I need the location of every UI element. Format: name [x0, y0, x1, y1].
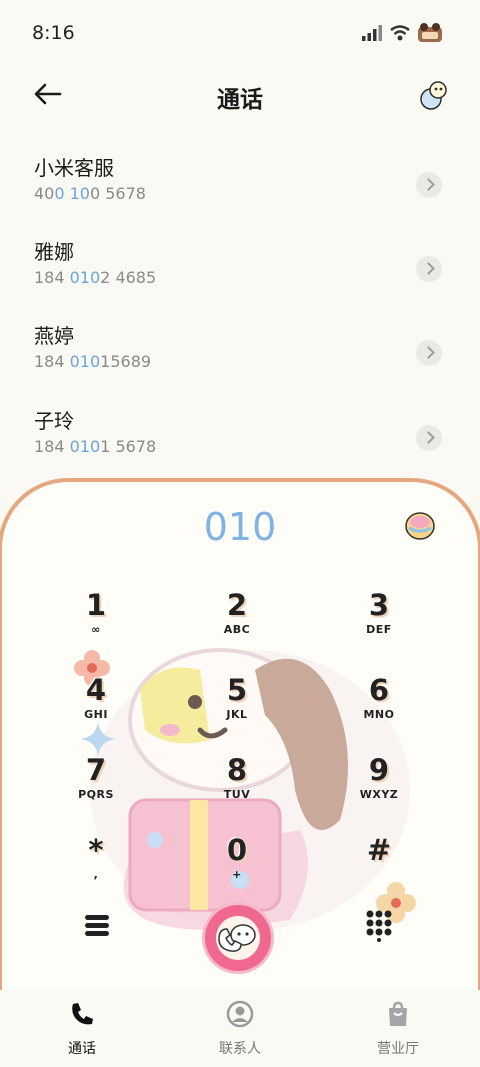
tab-contacts[interactable]: 联系人 — [180, 1000, 300, 1058]
contact-row[interactable]: 小米客服 400 100 5678 — [0, 142, 480, 226]
sticker-icon[interactable] — [416, 78, 450, 112]
dialpad-toggle-icon[interactable] — [364, 908, 394, 942]
page-title: 通话 — [217, 87, 263, 113]
tab-label: 通话 — [68, 1041, 96, 1057]
key-hash[interactable]: # — [324, 833, 434, 903]
bag-icon — [389, 1001, 407, 1026]
signal-icon — [362, 25, 382, 41]
contact-name: 小米客服 — [34, 156, 114, 180]
tab-calls[interactable]: 通话 — [22, 1000, 142, 1058]
battery-character-icon — [418, 23, 442, 42]
wifi-icon — [390, 25, 410, 41]
key-0[interactable]: 0 + — [182, 833, 292, 903]
contact-row[interactable]: 子玲 184 0101 5678 — [0, 395, 480, 479]
contact-name: 子玲 — [34, 409, 74, 433]
contact-detail-button[interactable] — [416, 340, 442, 366]
contact-name: 燕婷 — [34, 324, 74, 348]
contact-row[interactable]: 燕婷 184 01015689 — [0, 310, 480, 394]
contact-number: 184 0102 4685 — [34, 268, 157, 287]
key-2[interactable]: 2 ABC — [182, 588, 292, 658]
key-5[interactable]: 5 JKL — [182, 673, 292, 743]
tab-label: 联系人 — [219, 1041, 261, 1057]
contact-name: 雅娜 — [34, 240, 74, 264]
tab-label: 营业厅 — [377, 1041, 419, 1057]
key-7[interactable]: 7 PQRS — [41, 753, 151, 823]
key-1[interactable]: 1 ∞ — [41, 588, 151, 658]
contact-detail-button[interactable] — [416, 425, 442, 451]
key-9[interactable]: 9 WXYZ — [324, 753, 434, 823]
status-icons — [362, 22, 446, 44]
contact-row[interactable]: 雅娜 184 0102 4685 — [0, 226, 480, 310]
key-3[interactable]: 3 DEF — [324, 588, 434, 658]
contact-number: 184 01015689 — [34, 352, 152, 371]
key-star[interactable]: *, — [41, 833, 151, 903]
call-button[interactable] — [205, 905, 271, 971]
person-icon — [226, 1000, 254, 1028]
key-6[interactable]: 6 MNO — [324, 673, 434, 743]
menu-icon[interactable] — [82, 910, 112, 940]
voicemail-icon: ∞ — [91, 623, 101, 636]
status-time: 8:16 — [32, 22, 75, 44]
phone-icon — [72, 1003, 93, 1025]
tab-service-hall[interactable]: 营业厅 — [338, 1000, 458, 1058]
cow-phone-icon — [216, 916, 260, 960]
key-4[interactable]: 4 GHI — [41, 673, 151, 743]
contact-number: 400 100 5678 — [34, 184, 146, 203]
contact-detail-button[interactable] — [416, 256, 442, 282]
key-8[interactable]: 8 TUV — [182, 753, 292, 823]
macaron-sticker-icon[interactable] — [404, 510, 436, 542]
contact-detail-button[interactable] — [416, 172, 442, 198]
contact-number: 184 0101 5678 — [34, 437, 157, 456]
